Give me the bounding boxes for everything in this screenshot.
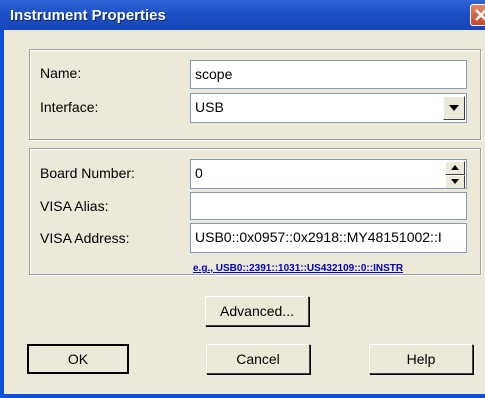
title-bar[interactable]: Instrument Properties — [0, 0, 485, 30]
interface-selected-value: USB — [195, 99, 224, 115]
board-number-label: Board Number: — [40, 165, 135, 181]
spin-down-button[interactable] — [445, 175, 465, 188]
interface-select[interactable]: USB — [190, 93, 467, 123]
name-label: Name: — [40, 65, 82, 81]
window-frame-left — [0, 30, 4, 398]
window-title: Instrument Properties — [10, 7, 166, 24]
name-input[interactable]: scope — [190, 60, 467, 89]
arrow-up-icon — [451, 165, 459, 170]
close-icon — [475, 9, 485, 21]
visa-alias-label: VISA Alias: — [40, 198, 109, 214]
ok-button[interactable]: OK — [27, 344, 129, 374]
cancel-button[interactable]: Cancel — [206, 344, 310, 374]
interface-label: Interface: — [40, 99, 99, 115]
visa-address-example-link[interactable]: e.g., USB0::2391::1031::US432109::0::INS… — [193, 263, 403, 274]
board-number-spinner — [445, 161, 465, 188]
spin-up-button[interactable] — [445, 161, 465, 175]
visa-address-label: VISA Address: — [40, 230, 130, 246]
chevron-down-icon — [449, 105, 459, 111]
board-number-input[interactable]: 0 — [190, 159, 467, 189]
interface-dropdown-button[interactable] — [443, 96, 465, 120]
visa-address-input[interactable]: USB0::0x0957::0x2918::MY48151002::I — [190, 223, 467, 253]
board-number-value: 0 — [195, 165, 203, 181]
close-button[interactable] — [470, 4, 485, 26]
help-button[interactable]: Help — [369, 344, 473, 374]
window-frame-bottom — [0, 394, 485, 398]
visa-alias-input[interactable] — [190, 192, 467, 220]
advanced-button[interactable]: Advanced... — [205, 296, 309, 326]
arrow-down-icon — [451, 179, 459, 184]
